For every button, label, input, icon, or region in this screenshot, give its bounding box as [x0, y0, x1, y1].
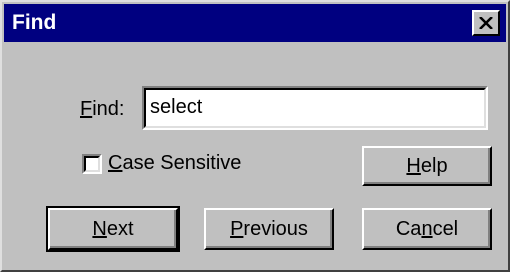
title-bar[interactable]: Find: [4, 4, 506, 42]
help-button[interactable]: Help: [362, 146, 492, 186]
next-button[interactable]: Next: [46, 206, 180, 252]
close-button[interactable]: [472, 10, 500, 36]
case-sensitive-checkbox[interactable]: [82, 154, 102, 174]
previous-button[interactable]: Previous: [204, 208, 334, 250]
find-dialog: Find Find: select Case Sensitive Help Ne…: [0, 0, 510, 272]
case-sensitive-label[interactable]: Case Sensitive: [108, 152, 241, 174]
cancel-button[interactable]: Ca n cel: [362, 208, 492, 250]
find-input-value: select: [150, 96, 203, 118]
close-icon: [479, 17, 493, 29]
find-input[interactable]: select: [142, 86, 488, 130]
window-title: Find: [12, 11, 57, 34]
find-label: Find:: [80, 98, 125, 120]
